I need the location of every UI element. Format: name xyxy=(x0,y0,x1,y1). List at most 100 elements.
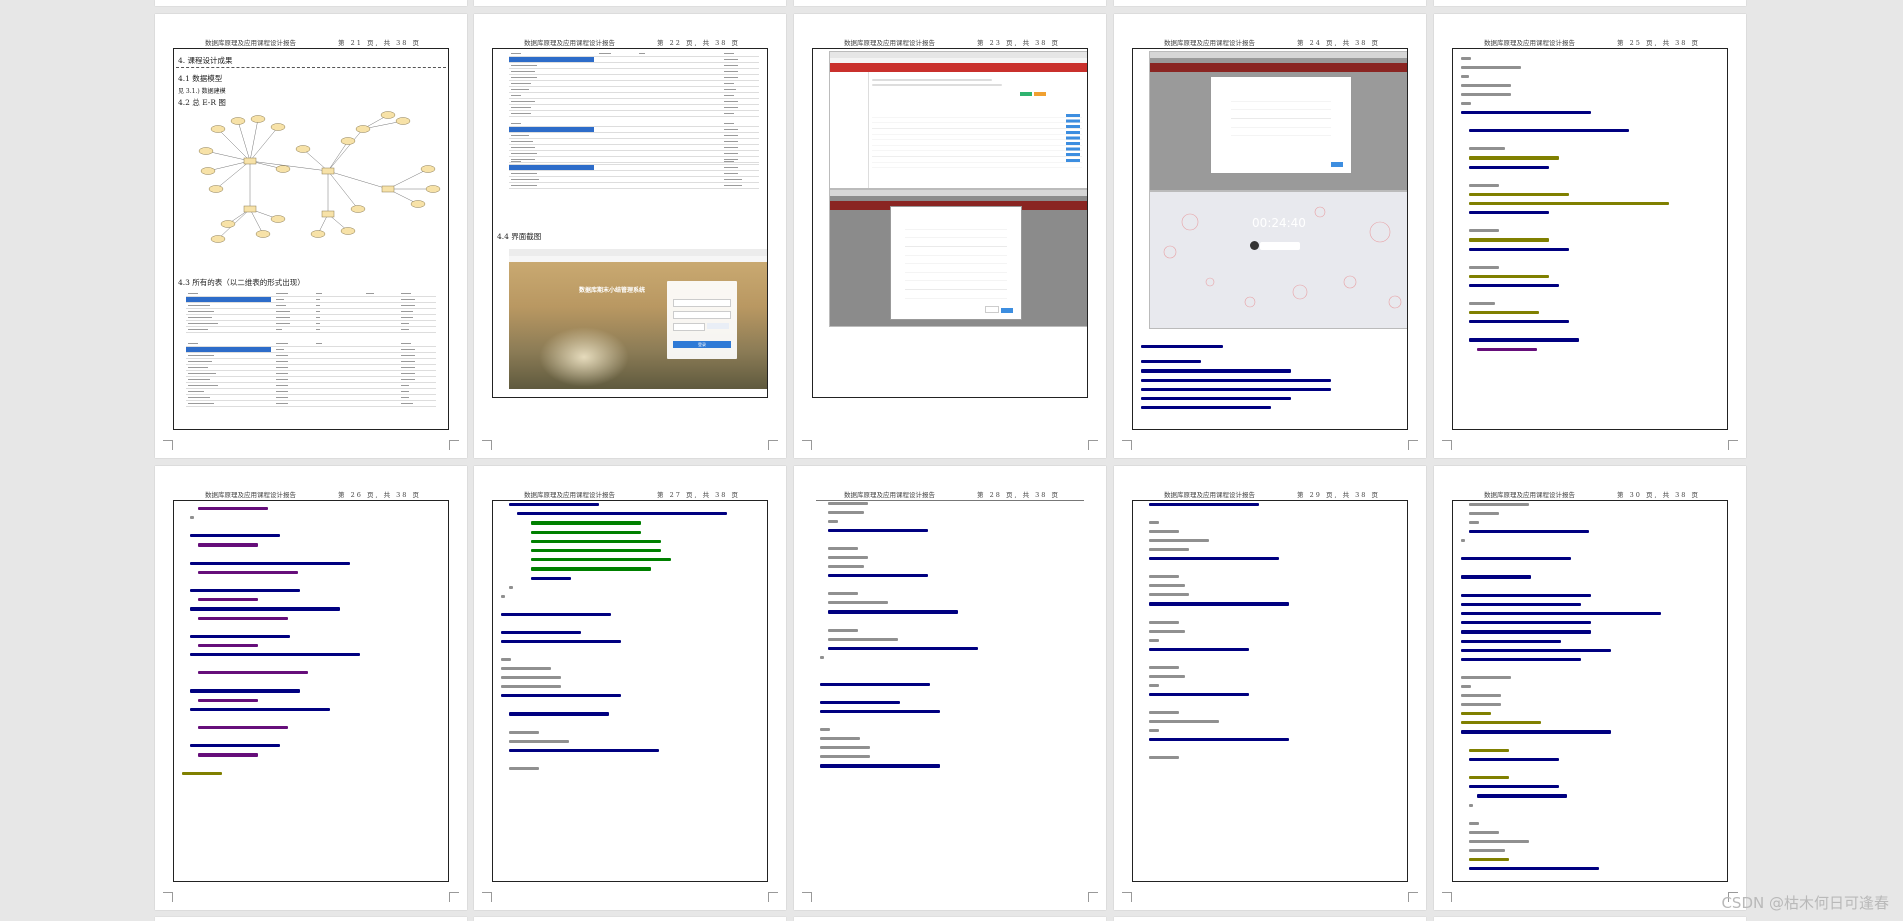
margin-mark xyxy=(802,440,812,450)
page-26[interactable]: 数据库原理及应用课程设计报告 第 26 页, 共 38 页 xyxy=(155,466,467,910)
page-content xyxy=(492,500,768,882)
margin-mark xyxy=(768,892,778,902)
page-content xyxy=(1452,48,1728,430)
document-viewer[interactable]: 数据库原理及应用课程设计报告 第 21 页, 共 38 页 4. 课程设计成果 … xyxy=(0,0,1903,921)
body-text: 见 3.1.) 数据建模 xyxy=(178,88,226,95)
code-block xyxy=(1141,345,1401,415)
page-stub xyxy=(1114,917,1426,921)
header-page-number: 第 26 页, 共 38 页 xyxy=(338,491,421,499)
captcha-field[interactable] xyxy=(673,323,705,331)
page-stub xyxy=(1434,917,1746,921)
section-heading: 4.2 总 E-R 图 xyxy=(178,98,226,107)
table-bill xyxy=(186,291,436,333)
header-page-number: 第 28 页, 共 38 页 xyxy=(977,491,1060,499)
page-content: 4.4 界面截图 数据库期末小结管理系统 登录 xyxy=(492,48,768,398)
code-block xyxy=(1461,503,1721,876)
header-doc-title: 数据库原理及应用课程设计报告 xyxy=(205,39,296,47)
header-doc-title: 数据库原理及应用课程设计报告 xyxy=(844,491,935,499)
login-title: 数据库期末小结管理系统 xyxy=(579,287,646,294)
page-content xyxy=(812,500,1088,882)
page-21[interactable]: 数据库原理及应用课程设计报告 第 21 页, 共 38 页 4. 课程设计成果 … xyxy=(155,14,467,458)
page-22[interactable]: 数据库原理及应用课程设计报告 第 22 页, 共 38 页 4.4 界面截图 数… xyxy=(474,14,786,458)
table-goods-detail xyxy=(509,51,759,93)
screenshot-detail-dialog xyxy=(1149,51,1407,191)
header-page-number: 第 29 页, 共 38 页 xyxy=(1297,491,1380,499)
edit-dialog xyxy=(890,206,1022,320)
margin-mark xyxy=(482,440,492,450)
password-field[interactable] xyxy=(673,311,731,319)
page-30[interactable]: 数据库原理及应用课程设计报告 第 30 页, 共 38 页 xyxy=(1434,466,1746,910)
table-stock xyxy=(509,93,759,117)
header-doc-title: 数据库原理及应用课程设计报告 xyxy=(524,491,615,499)
section-heading: 4.3 所有的表（以二维表的形式出现） xyxy=(178,278,305,287)
header-page-number: 第 25 页, 共 38 页 xyxy=(1617,39,1700,47)
screenshot-bill-dialog xyxy=(829,189,1087,327)
page-content: 00:24:40 xyxy=(1132,48,1408,430)
header-doc-title: 数据库原理及应用课程设计报告 xyxy=(844,39,935,47)
page-29[interactable]: 数据库原理及应用课程设计报告 第 29 页, 共 38 页 xyxy=(1114,466,1426,910)
header-page-number: 第 30 页, 共 38 页 xyxy=(1617,491,1700,499)
margin-mark xyxy=(449,440,459,450)
screenshot-bill-list xyxy=(829,51,1087,189)
screenshot-login: 数据库期末小结管理系统 登录 xyxy=(509,249,767,389)
margin-mark xyxy=(163,892,173,902)
page-stub xyxy=(474,917,786,921)
header-page-number: 第 23 页, 共 38 页 xyxy=(977,39,1060,47)
avatar xyxy=(1250,241,1259,250)
margin-mark xyxy=(1122,440,1132,450)
margin-mark xyxy=(449,892,459,902)
page-25[interactable]: 数据库原理及应用课程设计报告 第 25 页, 共 38 页 xyxy=(1434,14,1746,458)
page-stub xyxy=(794,917,1106,921)
header-page-number: 第 22 页, 共 38 页 xyxy=(657,39,740,47)
er-diagram xyxy=(198,111,441,243)
code-block xyxy=(501,503,761,776)
margin-mark xyxy=(1408,892,1418,902)
page-23[interactable]: 数据库原理及应用课程设计报告 第 23 页, 共 38 页 xyxy=(794,14,1106,458)
page-content xyxy=(1132,500,1408,882)
page-stub xyxy=(474,0,786,6)
margin-mark xyxy=(163,440,173,450)
code-block xyxy=(182,507,442,781)
login-button[interactable]: 登录 xyxy=(673,341,731,348)
header-doc-title: 数据库原理及应用课程设计报告 xyxy=(1484,491,1575,499)
csdn-watermark: CSDN @枯木何日可逢春 xyxy=(1721,894,1889,912)
divider xyxy=(176,67,446,68)
page-stub xyxy=(794,0,1106,6)
page-stub xyxy=(155,917,467,921)
header-page-number: 第 21 页, 共 38 页 xyxy=(338,39,421,47)
header-doc-title: 数据库原理及应用课程设计报告 xyxy=(524,39,615,47)
login-card: 登录 xyxy=(667,281,737,359)
page-content xyxy=(173,500,449,882)
unlock-password-field[interactable] xyxy=(1260,242,1300,250)
page-stub xyxy=(1114,0,1426,6)
page-24[interactable]: 数据库原理及应用课程设计报告 第 24 页, 共 38 页 00:24:40 xyxy=(1114,14,1426,458)
header-page-number: 第 24 页, 共 38 页 xyxy=(1297,39,1380,47)
table-goods xyxy=(186,341,436,407)
header-page-number: 第 27 页, 共 38 页 xyxy=(657,491,740,499)
margin-mark xyxy=(1088,892,1098,902)
app-topbar xyxy=(830,63,1087,72)
browser-tabbar xyxy=(509,249,767,256)
margin-mark xyxy=(1122,892,1132,902)
app-sidebar xyxy=(830,72,869,188)
margin-mark xyxy=(1088,440,1098,450)
code-block xyxy=(820,502,1082,774)
header-doc-title: 数据库原理及应用课程设计报告 xyxy=(1164,39,1255,47)
header-doc-title: 数据库原理及应用课程设计报告 xyxy=(1164,491,1255,499)
section-heading: 4. 课程设计成果 xyxy=(178,56,233,65)
bubble-decoration xyxy=(1163,206,1402,309)
username-field[interactable] xyxy=(673,299,731,307)
page-stub xyxy=(155,0,467,6)
margin-mark xyxy=(482,892,492,902)
page-28[interactable]: 数据库原理及应用课程设计报告 第 28 页, 共 38 页 xyxy=(794,466,1106,910)
screenshot-lock-screen: 00:24:40 xyxy=(1149,191,1407,329)
flower-blur xyxy=(539,327,629,387)
captcha-image[interactable] xyxy=(707,323,729,329)
page-27[interactable]: 数据库原理及应用课程设计报告 第 27 页, 共 38 页 xyxy=(474,466,786,910)
margin-mark xyxy=(768,440,778,450)
table-purchase xyxy=(509,121,759,163)
code-block xyxy=(1461,57,1721,357)
header-doc-title: 数据库原理及应用课程设计报告 xyxy=(1484,39,1575,47)
header-doc-title: 数据库原理及应用课程设计报告 xyxy=(205,491,296,499)
page-content xyxy=(1452,500,1728,882)
